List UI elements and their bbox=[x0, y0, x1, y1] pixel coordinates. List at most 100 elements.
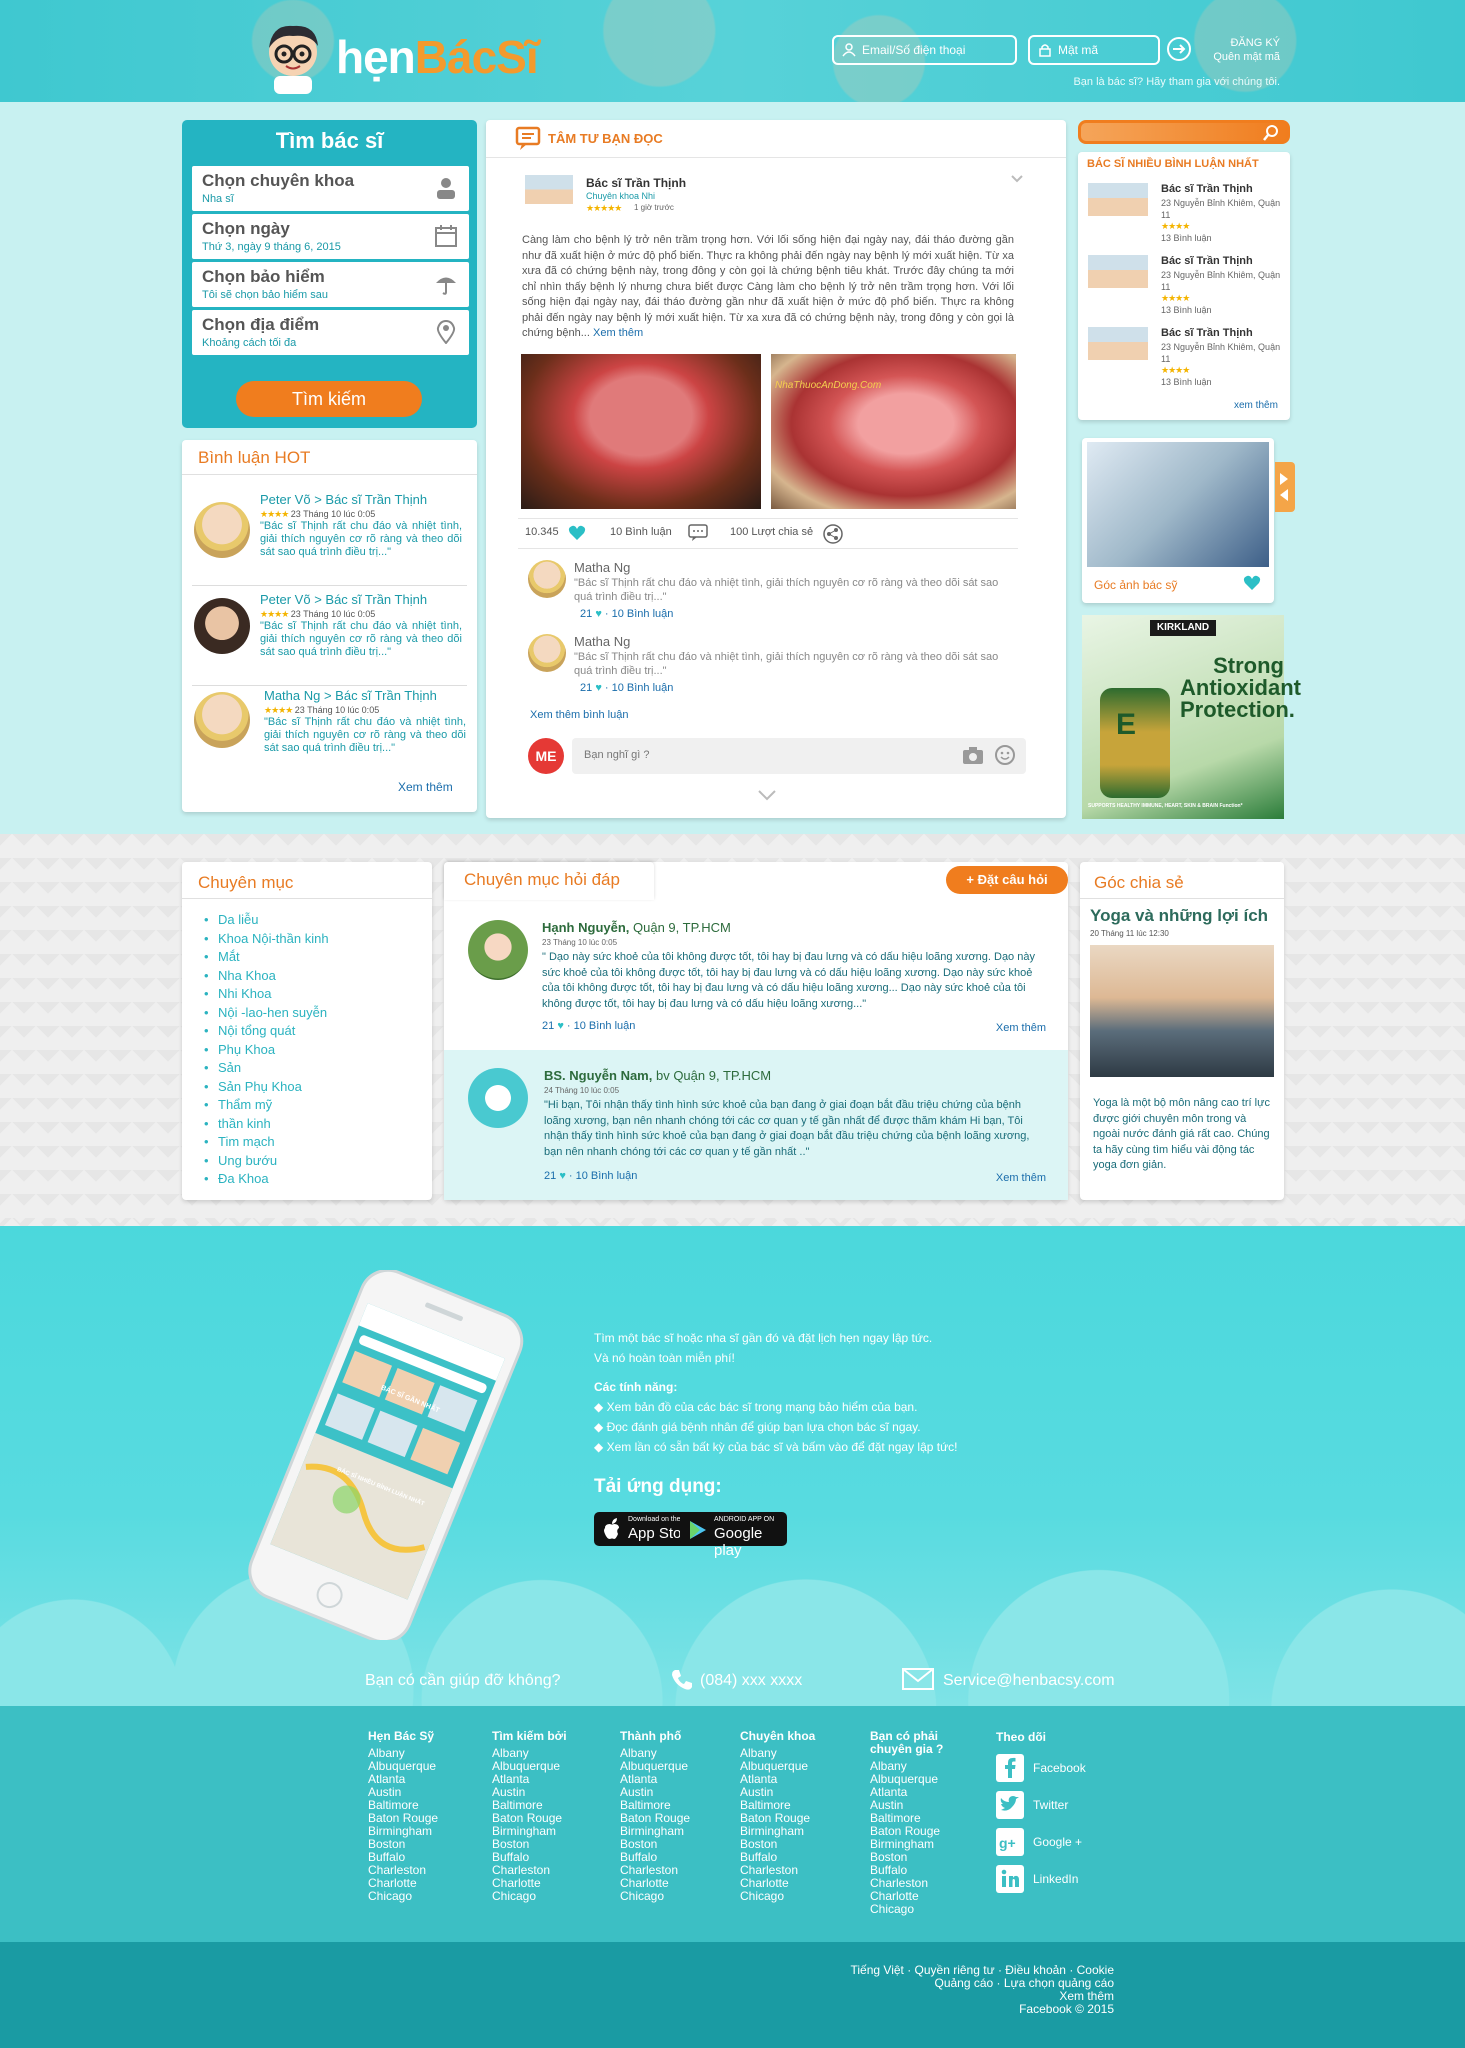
heart-icon[interactable] bbox=[568, 525, 586, 541]
answer-author[interactable]: BS. Nguyễn Nam, bv Quận 9, TP.HCM bbox=[544, 1068, 771, 1083]
register-link[interactable]: ĐĂNG KÝ bbox=[1200, 36, 1280, 50]
comment-actions: 21 ♥ · 10 Bình luận bbox=[580, 608, 674, 620]
share-count[interactable]: 100 Lượt chia sẻ bbox=[730, 526, 813, 538]
answer-comments-link[interactable]: 10 Bình luận bbox=[576, 1170, 638, 1182]
category-link[interactable]: Nội -lao-hen suyễn bbox=[218, 1005, 327, 1020]
yoga-photo[interactable] bbox=[1090, 945, 1274, 1077]
category-link[interactable]: Thẩm mỹ bbox=[218, 1097, 272, 1112]
share-headline[interactable]: Yoga và những lợi ích bbox=[1090, 906, 1268, 926]
comment-author[interactable]: Matha Ng bbox=[574, 634, 630, 649]
linkedin-link[interactable]: LinkedIn bbox=[1033, 1872, 1078, 1886]
help-email[interactable]: Service@henbacsy.com bbox=[943, 1672, 1115, 1690]
footer-link[interactable]: Chicago bbox=[492, 1890, 592, 1903]
footer-link[interactable]: Chicago bbox=[740, 1890, 840, 1903]
doctor-list-item[interactable]: Bác sĩ Trần Thịnh 23 Nguyễn Bỉnh Khiêm, … bbox=[1088, 183, 1288, 251]
category-link[interactable]: Mắt bbox=[218, 949, 240, 964]
linkedin-icon[interactable] bbox=[996, 1865, 1024, 1893]
password-field[interactable]: Mật mã bbox=[1028, 35, 1160, 65]
login-arrow-icon[interactable] bbox=[1166, 36, 1192, 62]
emoji-icon[interactable] bbox=[994, 744, 1016, 766]
gallery-photo[interactable] bbox=[1087, 442, 1269, 567]
hot-see-more-link[interactable]: Xem thêm bbox=[398, 780, 453, 794]
post-image-anatomy-2[interactable] bbox=[771, 354, 1016, 509]
comment-icon[interactable] bbox=[688, 524, 708, 542]
category-link[interactable]: Nội tổng quát bbox=[218, 1023, 295, 1038]
question-likes: 21 bbox=[542, 1020, 555, 1032]
footer-link[interactable]: Chicago bbox=[620, 1890, 720, 1903]
twitter-icon[interactable] bbox=[996, 1791, 1024, 1819]
heart-icon[interactable]: ♥ bbox=[595, 608, 602, 620]
heart-icon[interactable] bbox=[1243, 575, 1261, 591]
chevron-down-icon[interactable] bbox=[1010, 174, 1024, 184]
footer-link[interactable]: Chicago bbox=[870, 1903, 970, 1916]
post-author-avatar[interactable] bbox=[525, 175, 573, 223]
category-link[interactable]: Phụ Khoa bbox=[218, 1042, 275, 1057]
twitter-link[interactable]: Twitter bbox=[1033, 1798, 1068, 1812]
category-link[interactable]: Khoa Nội-thần kinh bbox=[218, 931, 329, 946]
comment-replies-link[interactable]: 10 Bình luận bbox=[612, 608, 674, 620]
hot-comment-item[interactable]: Peter Võ > Bác sĩ Trần Thịnh ★★★★ 23 Thá… bbox=[192, 592, 467, 686]
share-icon[interactable] bbox=[823, 524, 843, 544]
answer-see-more-link[interactable]: Xem thêm bbox=[996, 1172, 1046, 1184]
category-link[interactable]: Đa Khoa bbox=[218, 1171, 269, 1186]
doctor-list-item[interactable]: Bác sĩ Trần Thịnh 23 Nguyễn Bỉnh Khiêm, … bbox=[1088, 327, 1288, 395]
comment-count[interactable]: 10 Bình luận bbox=[610, 526, 672, 538]
heart-icon[interactable]: ♥ bbox=[559, 1170, 566, 1182]
category-link[interactable]: Sản bbox=[218, 1060, 241, 1075]
mobile-app-phone-mockup: BÁC SĨ GẦN NHẤT BÁC SĨ NHIỀU BÌNH LUẬN N… bbox=[248, 1270, 524, 1640]
camera-icon[interactable] bbox=[962, 745, 984, 765]
hot-comment-item[interactable]: Matha Ng > Bác sĩ Trần Thịnh ★★★★ 23 Thá… bbox=[192, 688, 467, 782]
heart-icon[interactable]: ♥ bbox=[595, 682, 602, 694]
search-button[interactable]: Tìm kiếm bbox=[236, 381, 422, 417]
email-field[interactable]: Email/Số điện thoại bbox=[832, 35, 1017, 65]
post-author[interactable]: Bác sĩ Trần Thịnh bbox=[586, 176, 686, 190]
top-doctors-see-more-link[interactable]: xem thêm bbox=[1234, 400, 1278, 411]
more-comments-link[interactable]: Xem thêm bình luận bbox=[530, 709, 628, 721]
footer-link[interactable]: Chicago bbox=[368, 1890, 468, 1903]
ask-question-button[interactable]: + Đặt câu hỏi bbox=[946, 866, 1068, 894]
answer-text: "Hi bạn, Tôi nhận thấy tình hình sức kho… bbox=[544, 1099, 1030, 1158]
doctor-join-link[interactable]: Hãy tham gia với chúng tôi. bbox=[1146, 76, 1280, 88]
category-link[interactable]: Ung bướu bbox=[218, 1153, 277, 1168]
category-link[interactable]: Tim mạch bbox=[218, 1134, 275, 1149]
comment-author: Matha Ng > Bác sĩ Trần Thịnh bbox=[264, 688, 437, 703]
specialty-select[interactable]: Chọn chuyên khoa Nha sĩ bbox=[192, 166, 469, 211]
doctor-list-item[interactable]: Bác sĩ Trần Thịnh 23 Nguyễn Bỉnh Khiêm, … bbox=[1088, 255, 1288, 323]
category-link[interactable]: thần kinh bbox=[218, 1116, 271, 1131]
comment-author[interactable]: Matha Ng bbox=[574, 560, 630, 575]
comment-replies-link[interactable]: 10 Bình luận bbox=[612, 682, 674, 694]
doctor-photo bbox=[1088, 183, 1148, 243]
date-select[interactable]: Chọn ngày Thứ 3, ngày 9 tháng 6, 2015 bbox=[192, 214, 469, 259]
facebook-link[interactable]: Facebook bbox=[1033, 1761, 1086, 1775]
hot-comment-item[interactable]: Peter Võ > Bác sĩ Trần Thịnh ★★★★ 23 Thá… bbox=[192, 492, 467, 586]
category-link[interactable]: Nhi Khoa bbox=[218, 986, 271, 1001]
heart-icon[interactable]: ♥ bbox=[557, 1020, 564, 1032]
category-link[interactable]: Da liễu bbox=[218, 912, 258, 927]
follow-title: Theo dõi bbox=[996, 1730, 1046, 1744]
field-label: Chọn ngày bbox=[202, 219, 290, 238]
search-icon[interactable] bbox=[1262, 124, 1280, 142]
qa-question: Hạnh Nguyễn, Quận 9, TP.HCM 23 Tháng 10 … bbox=[444, 902, 1068, 1050]
question-see-more-link[interactable]: Xem thêm bbox=[996, 1022, 1046, 1034]
insurance-select[interactable]: Chọn bảo hiểm Tôi sẽ chọn bảo hiểm sau bbox=[192, 262, 469, 307]
footer-column: Tìm kiếm bởi Albany Albuquerque Atlanta Aust… bbox=[492, 1730, 592, 1903]
category-link[interactable]: Nha Khoa bbox=[218, 968, 276, 983]
question-author[interactable]: Hạnh Nguyễn, Quận 9, TP.HCM bbox=[542, 920, 731, 935]
category-link[interactable]: Sản Phụ Khoa bbox=[218, 1079, 302, 1094]
sidebar-search-input[interactable] bbox=[1078, 120, 1290, 144]
comment-author: Peter Võ > Bác sĩ Trần Thịnh bbox=[260, 592, 428, 607]
google-plus-link[interactable]: Google + bbox=[1033, 1835, 1082, 1849]
location-select[interactable]: Chọn địa điểm Khoảng cách tối đa bbox=[192, 310, 469, 355]
post-read-more-link[interactable]: Xem thêm bbox=[593, 327, 643, 339]
forgot-password-link[interactable]: Quên mật mã bbox=[1200, 50, 1280, 64]
question-comments-link[interactable]: 10 Bình luận bbox=[574, 1020, 636, 1032]
help-phone[interactable]: (084) xxx xxxx bbox=[700, 1672, 802, 1690]
post-input[interactable]: Bạn nghĩ gì ? bbox=[572, 738, 1026, 774]
site-logo[interactable]: hẹnBácSĩ bbox=[336, 30, 539, 84]
google-play-button[interactable]: ANDROID APP ON Google play bbox=[680, 1512, 787, 1559]
app-line-2: Và nó hoàn toàn miễn phí! bbox=[594, 1351, 735, 1365]
google-plus-icon[interactable]: g+ bbox=[996, 1828, 1024, 1856]
facebook-icon[interactable] bbox=[996, 1754, 1024, 1782]
post-image-anatomy-1[interactable] bbox=[521, 354, 761, 509]
expand-chevron-icon[interactable] bbox=[756, 788, 778, 802]
